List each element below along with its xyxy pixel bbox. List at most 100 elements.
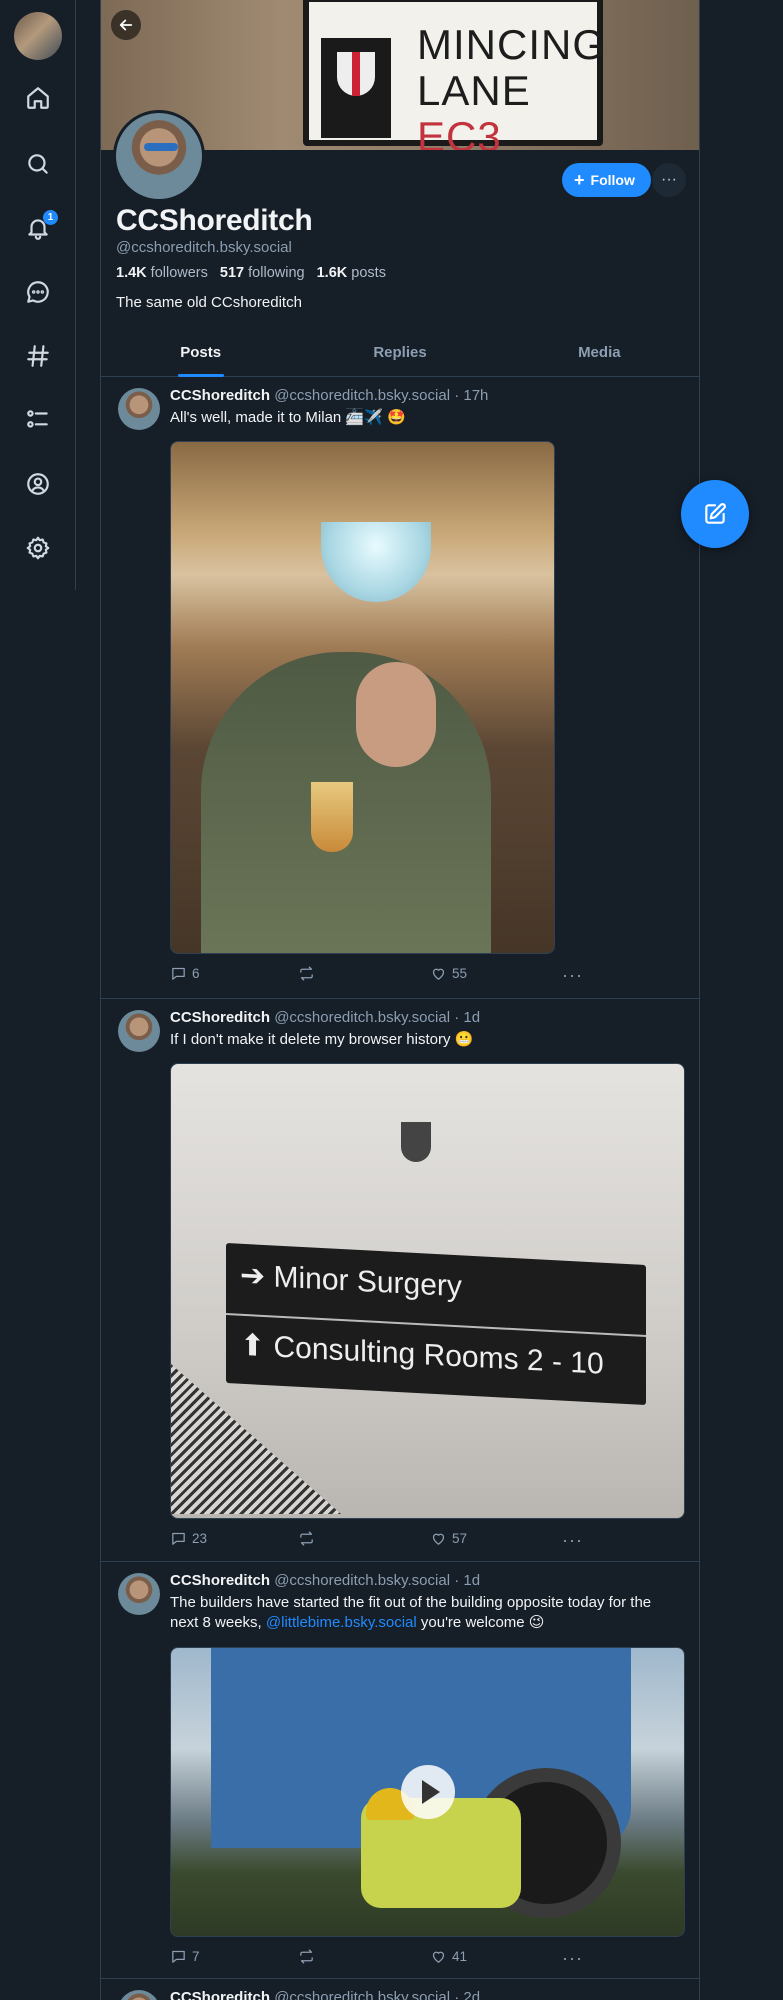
post-header: CCShoreditch @ccshoreditch.bsky.social ·… — [170, 1009, 480, 1026]
tab-posts[interactable]: Posts — [101, 334, 300, 377]
face-shape — [356, 662, 436, 767]
post-image[interactable]: ➔ Minor Surgery ⬆ Consulting Rooms 2 - 1… — [170, 1063, 685, 1519]
reply-button[interactable]: 6 — [170, 965, 200, 982]
compose-icon — [705, 503, 726, 524]
compose-button[interactable] — [681, 480, 749, 548]
reply-icon — [172, 967, 185, 980]
post-author-name[interactable]: CCShoreditch — [170, 387, 270, 404]
street-sign-image: MINCING LANE EC3 — [303, 0, 605, 150]
more-options-button[interactable]: ··· — [652, 163, 686, 197]
repost-button[interactable] — [298, 1948, 320, 1965]
post-more-button[interactable]: ··· — [562, 965, 583, 986]
plus-icon: + — [574, 170, 585, 190]
post-image[interactable] — [170, 441, 555, 954]
like-count: 55 — [452, 966, 468, 981]
back-button[interactable] — [111, 10, 141, 40]
post-meta: @ccshoreditch.bsky.social · 17h — [274, 387, 489, 404]
tab-media[interactable]: Media — [500, 334, 699, 376]
reply-icon — [172, 1532, 185, 1545]
reply-button[interactable]: 7 — [170, 1948, 200, 1965]
mention-link[interactable]: @littlebime.bsky.social — [266, 1614, 417, 1631]
hash-icon[interactable] — [22, 340, 54, 372]
repost-button[interactable] — [298, 1530, 320, 1547]
left-nav: 1 — [0, 0, 76, 590]
post-more-button[interactable]: ··· — [562, 1530, 583, 1551]
repost-icon — [300, 1949, 313, 1964]
post-actions: 23 57 ··· — [170, 1530, 590, 1550]
like-button[interactable]: 41 — [430, 1948, 467, 1965]
feed-post[interactable]: CCShoreditch @ccshoreditch.bsky.social ·… — [101, 377, 699, 999]
ellipsis-icon: ··· — [562, 1530, 583, 1550]
feed-post[interactable]: CCShoreditch @ccshoreditch.bsky.social ·… — [101, 1979, 699, 2000]
ellipsis-icon: ··· — [562, 965, 583, 985]
chandelier-shape — [321, 522, 431, 602]
post-header: CCShoreditch @ccshoreditch.bsky.social ·… — [170, 1989, 480, 2000]
post-author-name[interactable]: CCShoreditch — [170, 1989, 270, 2000]
reply-button[interactable]: 23 — [170, 1530, 207, 1547]
beer-glass-shape — [311, 782, 353, 852]
reply-count: 7 — [192, 1949, 200, 1964]
gear-icon[interactable] — [22, 532, 54, 564]
post-actions: 6 55 ··· — [170, 965, 590, 985]
hospital-sign: ➔ Minor Surgery ⬆ Consulting Rooms 2 - 1… — [226, 1242, 646, 1406]
feed-post[interactable]: CCShoreditch @ccshoreditch.bsky.social ·… — [101, 999, 699, 1562]
post-more-button[interactable]: ··· — [562, 1948, 583, 1969]
heart-icon — [432, 968, 445, 980]
display-name: CCShoreditch — [116, 204, 313, 237]
post-avatar[interactable] — [118, 1990, 160, 2000]
search-icon[interactable] — [22, 148, 54, 180]
like-count: 57 — [452, 1531, 468, 1546]
post-meta: @ccshoreditch.bsky.social · 2d — [274, 1989, 481, 2000]
post-avatar[interactable] — [118, 388, 160, 430]
tab-replies[interactable]: Replies — [300, 334, 499, 376]
like-button[interactable]: 57 — [430, 1530, 467, 1547]
sign-line-2: Consulting Rooms 2 - 10 — [273, 1330, 604, 1381]
post-meta: @ccshoreditch.bsky.social · 1d — [274, 1572, 481, 1589]
profile-avatar[interactable] — [113, 110, 205, 202]
post-video[interactable] — [170, 1647, 685, 1937]
notification-badge: 1 — [43, 210, 58, 225]
post-avatar[interactable] — [118, 1010, 160, 1052]
reply-icon — [172, 1950, 185, 1963]
following-stat[interactable]: 517 following — [220, 265, 305, 281]
post-author-name[interactable]: CCShoreditch — [170, 1009, 270, 1026]
bell-icon[interactable]: 1 — [22, 210, 58, 244]
main-column: MINCING LANE EC3 + Follow ··· CCShoredit… — [100, 0, 700, 2000]
post-author-name[interactable]: CCShoreditch — [170, 1572, 270, 1589]
repost-icon — [300, 966, 313, 981]
post-avatar[interactable] — [118, 1573, 160, 1615]
list-icon[interactable] — [22, 404, 54, 436]
followers-stat[interactable]: 1.4K followers — [116, 265, 208, 281]
chat-icon[interactable] — [22, 276, 54, 308]
post-text: If I don't make it delete my browser his… — [170, 1031, 474, 1048]
repost-icon — [300, 1531, 313, 1546]
profile-stats: 1.4K followers 517 following 1.6K posts — [116, 265, 394, 281]
sign-line-1: Minor Surgery — [273, 1260, 462, 1304]
street-sign-text: MINCING LANE EC3 — [417, 21, 606, 151]
profile-bio: The same old CCshoreditch — [116, 294, 302, 311]
heart-icon — [432, 1533, 445, 1545]
ellipsis-icon: ··· — [562, 1948, 583, 1968]
arrow-left-icon — [119, 19, 133, 31]
heart-icon — [432, 1951, 445, 1963]
profile-icon[interactable] — [22, 468, 54, 500]
feed-post[interactable]: CCShoreditch @ccshoreditch.bsky.social ·… — [101, 1562, 699, 1979]
profile-tabs: Posts Replies Media — [101, 334, 699, 377]
play-icon[interactable] — [400, 1765, 455, 1819]
nav-avatar[interactable] — [14, 12, 62, 60]
follow-label: Follow — [590, 172, 635, 188]
home-icon[interactable] — [22, 82, 54, 114]
sprinkler-shape — [401, 1122, 431, 1162]
post-meta: @ccshoreditch.bsky.social · 1d — [274, 1009, 481, 1026]
post-header: CCShoreditch @ccshoreditch.bsky.social ·… — [170, 387, 488, 404]
repost-button[interactable] — [298, 965, 320, 982]
post-header: CCShoreditch @ccshoreditch.bsky.social ·… — [170, 1572, 480, 1589]
like-button[interactable]: 55 — [430, 965, 467, 982]
reply-count: 6 — [192, 966, 200, 981]
post-actions: 7 41 ··· — [170, 1948, 590, 1968]
city-crest-icon — [321, 38, 391, 138]
like-count: 41 — [452, 1949, 468, 1964]
reply-count: 23 — [192, 1531, 208, 1546]
profile-handle: @ccshoreditch.bsky.social — [116, 239, 292, 256]
follow-button[interactable]: + Follow — [562, 163, 651, 197]
